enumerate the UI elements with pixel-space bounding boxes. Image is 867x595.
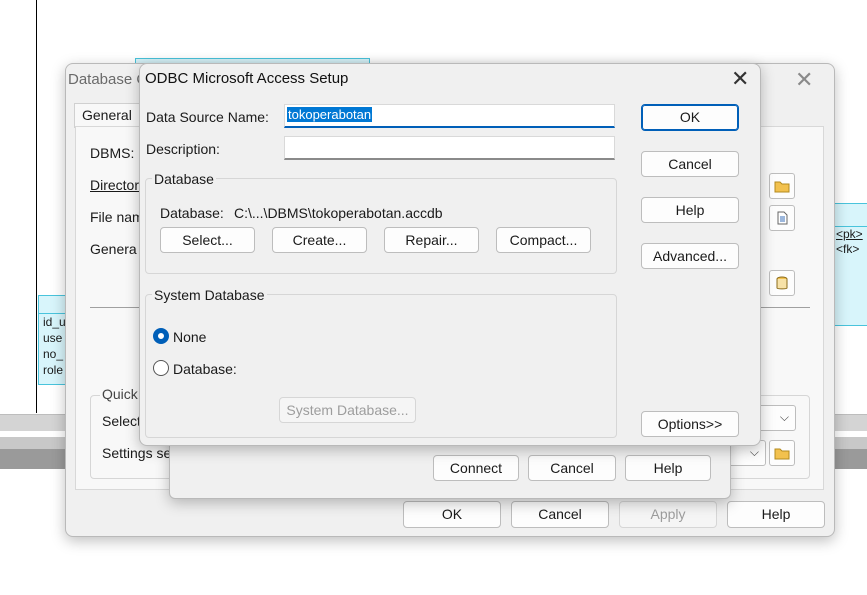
select-button[interactable]: Select... <box>160 227 255 253</box>
advanced-button[interactable]: Advanced... <box>641 243 739 269</box>
description-input[interactable] <box>284 136 615 160</box>
compact-button[interactable]: Compact... <box>496 227 591 253</box>
folder-icon <box>774 181 790 193</box>
diagram-line <box>36 0 37 413</box>
cancel-button[interactable]: Cancel <box>511 501 609 528</box>
quick-group-label: Quick <box>100 386 140 402</box>
dialog-title: ODBC Microsoft Access Setup <box>145 70 349 87</box>
cancel-button[interactable]: Cancel <box>641 151 739 177</box>
generation-label: Genera <box>90 241 137 257</box>
database-path: C:\...\DBMS\tokoperabotan.accdb <box>234 205 443 221</box>
database-label: Database: <box>160 205 224 221</box>
description-label: Description: <box>146 141 220 157</box>
radio-database-label: Database: <box>173 361 237 377</box>
select-label: Select <box>102 413 141 429</box>
close-icon[interactable]: ✕ <box>795 69 813 91</box>
entity-header <box>835 204 867 227</box>
chevron-down-icon: ⌵ <box>749 445 759 459</box>
entity-box-right[interactable]: <pk> <fk> <box>834 203 867 326</box>
browse-file-button[interactable] <box>769 205 795 231</box>
entity-key-label: <pk> <box>836 227 863 241</box>
folder-icon <box>774 448 790 460</box>
data-source-name-input[interactable]: tokoperabotan <box>284 104 615 128</box>
repair-button[interactable]: Repair... <box>384 227 479 253</box>
create-button[interactable]: Create... <box>272 227 367 253</box>
driver-cancel-button[interactable]: Cancel <box>528 455 616 481</box>
chevron-down-icon: ⌵ <box>779 410 789 424</box>
database-group-label: Database <box>152 171 216 187</box>
dialog-title: Database C <box>68 71 148 88</box>
ok-button[interactable]: OK <box>403 501 501 528</box>
help-button[interactable]: Help <box>727 501 825 528</box>
tab-general-label: General <box>82 107 132 123</box>
connect-button[interactable]: Connect <box>433 455 519 481</box>
apply-button[interactable]: Apply <box>619 501 717 528</box>
system-database-button[interactable]: System Database... <box>279 397 416 423</box>
options-button[interactable]: Options>> <box>641 411 739 437</box>
database-group <box>145 178 617 274</box>
dbms-label: DBMS: <box>90 145 135 161</box>
ok-button[interactable]: OK <box>641 104 739 131</box>
entity-key-label: <fk> <box>836 242 860 256</box>
radio-none[interactable] <box>153 328 169 344</box>
directory-label: Directory <box>90 177 147 193</box>
close-icon[interactable]: ✕ <box>731 68 749 90</box>
data-source-name-value: tokoperabotan <box>287 107 373 122</box>
browse-folder-button[interactable] <box>769 173 795 199</box>
system-database-group-label: System Database <box>152 287 267 303</box>
radio-database[interactable] <box>153 360 169 376</box>
file-name-label: File nam <box>90 209 144 225</box>
data-source-name-label: Data Source Name: <box>146 109 269 125</box>
driver-help-button[interactable]: Help <box>625 455 711 481</box>
generate-button[interactable] <box>769 270 795 296</box>
settings-folder-button[interactable] <box>769 440 795 466</box>
database-icon <box>776 276 788 290</box>
help-button[interactable]: Help <box>641 197 739 223</box>
radio-none-label: None <box>173 329 207 345</box>
document-icon <box>777 211 788 225</box>
settings-label: Settings set <box>102 445 176 461</box>
